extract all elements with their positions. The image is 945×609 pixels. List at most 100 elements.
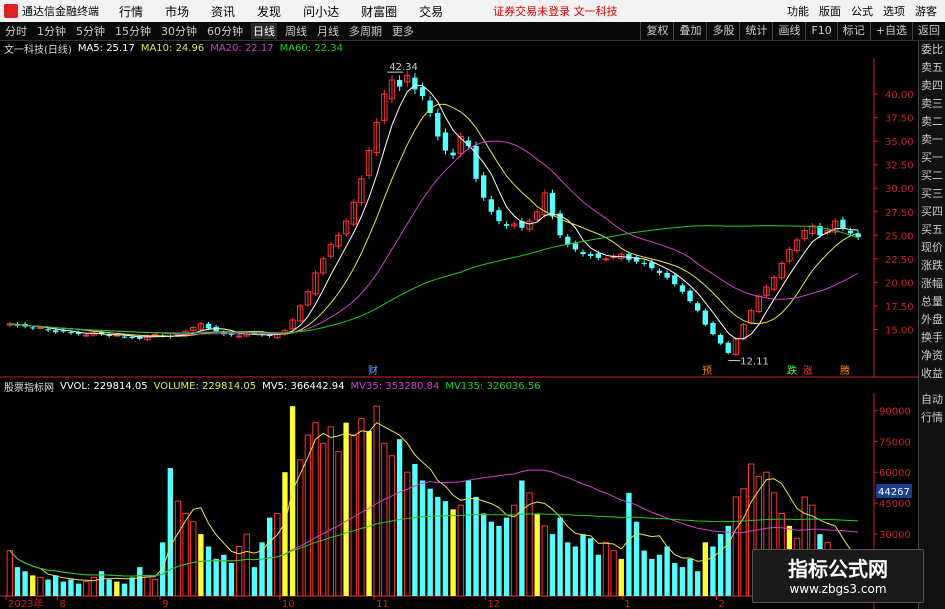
kline-chart[interactable]: 40.00 37.50 35.00 32.50 30.00 27.50 25.00 22.50…	[0, 0, 920, 609]
volume-bar	[53, 575, 59, 596]
candle-down	[679, 285, 686, 292]
low-label: 12.11	[740, 357, 769, 368]
volume-bar	[419, 480, 426, 596]
event-zhang: 涨	[803, 365, 813, 377]
volume-bar	[167, 468, 173, 596]
volume-bar	[388, 455, 396, 597]
mv35-line	[9, 469, 859, 577]
sidebar-field: 买二	[921, 169, 943, 182]
volume-bar	[519, 480, 525, 596]
candle-down	[588, 254, 594, 256]
volume-tick-label: 90000	[879, 406, 911, 417]
volume-tick-label: 75000	[879, 437, 911, 448]
sidebar-field: 买四	[921, 205, 943, 218]
volume-bar	[488, 521, 494, 596]
event-teng: 腾	[840, 364, 850, 377]
volume-bar	[595, 554, 601, 596]
event-yu: 预	[702, 365, 712, 377]
volume-bar	[45, 579, 51, 596]
candle-up	[37, 327, 44, 330]
ma5-line	[9, 84, 859, 340]
volume-bar	[106, 579, 112, 596]
event-cai: 财	[368, 364, 378, 377]
volume-bar	[190, 521, 197, 597]
sidebar-field: 卖三	[921, 97, 943, 110]
volume-bar	[610, 550, 617, 597]
volume-bar	[68, 579, 74, 596]
ma20-line	[9, 140, 859, 335]
volume-bar	[695, 571, 701, 596]
mv5-line	[9, 422, 859, 582]
sidebar-field[interactable]: 自动	[919, 391, 945, 409]
sidebar-field: 委比	[921, 43, 943, 56]
volume-bar	[267, 517, 273, 596]
volume-tick-label: 30000	[879, 530, 911, 541]
current-volume-label: 44267	[878, 487, 910, 498]
volume-bar	[412, 463, 418, 596]
time-tick-label: 11	[376, 599, 389, 609]
volume-bar	[251, 567, 258, 596]
candle-down	[481, 175, 487, 198]
volume-tick-label: 60000	[879, 468, 911, 479]
candle-down	[847, 230, 854, 234]
event-die: 跌	[787, 364, 797, 377]
sidebar-field: 买五	[921, 223, 943, 236]
volume-bar	[557, 517, 563, 596]
volume-bar	[435, 496, 441, 596]
volume-bar	[602, 541, 610, 597]
price-tick-label: 27.50	[885, 208, 914, 219]
time-tick-label: 12	[487, 599, 500, 609]
candle-down	[649, 262, 655, 269]
volume-bar	[335, 451, 342, 597]
volume-bar	[137, 567, 143, 596]
candle-down	[656, 270, 663, 273]
candle-down	[710, 322, 716, 335]
volume-bar	[396, 439, 403, 596]
volume-bar	[664, 546, 670, 596]
volume-tick-label: 45000	[879, 499, 911, 510]
volume-bar	[473, 496, 479, 596]
volume-bar	[702, 542, 708, 596]
volume-bar	[274, 512, 281, 597]
time-tick-label: 10	[282, 599, 295, 609]
volume-bar	[641, 550, 647, 596]
candle-down	[702, 310, 708, 325]
time-tick-label: 1	[624, 599, 630, 609]
volume-bar	[687, 558, 693, 596]
sidebar-field: 卖五	[921, 61, 943, 74]
volume-bar	[83, 581, 90, 597]
volume-bar	[481, 513, 487, 596]
candle-down	[435, 112, 441, 137]
quote-sidebar: 委比 卖五 卖四 卖三 卖二 卖一 买一 买二 买三 买四 买五 现价 涨跌 涨幅 总量 外盘 换手 净资 收益 自动…	[918, 41, 945, 609]
price-tick-label: 40.00	[885, 90, 914, 101]
volume-bar	[381, 442, 388, 597]
time-tick-label: 8	[59, 599, 65, 609]
volume-bar	[427, 488, 433, 596]
volume-bar	[22, 571, 28, 596]
time-tick-label: 9	[162, 599, 168, 609]
volume-bar	[243, 533, 250, 597]
volume-bar	[343, 422, 349, 596]
price-tick-label: 15.00	[885, 325, 914, 336]
volume-bar	[588, 538, 594, 596]
volume-bar	[198, 534, 204, 596]
price-tick-label: 20.00	[885, 278, 914, 289]
volume-bar	[213, 558, 219, 596]
sidebar-field: 净资	[921, 349, 943, 362]
sidebar-field: 买三	[921, 187, 943, 200]
watermark-url: www.zbgs3.com	[789, 582, 887, 596]
candle-down	[595, 253, 601, 258]
volume-bar	[373, 405, 380, 597]
candle-down	[68, 332, 74, 334]
candle-down	[503, 224, 510, 226]
sidebar-field[interactable]: 行情	[919, 409, 945, 427]
time-tick-label: 2	[718, 599, 724, 609]
candle-down	[450, 152, 456, 156]
volume-bar	[732, 496, 740, 597]
price-tick-label: 30.00	[885, 184, 914, 195]
volume-bar	[565, 542, 571, 596]
volume-bar	[404, 471, 411, 597]
mv135-line	[9, 513, 859, 577]
volume-bar	[320, 442, 327, 597]
volume-bar	[14, 567, 21, 596]
